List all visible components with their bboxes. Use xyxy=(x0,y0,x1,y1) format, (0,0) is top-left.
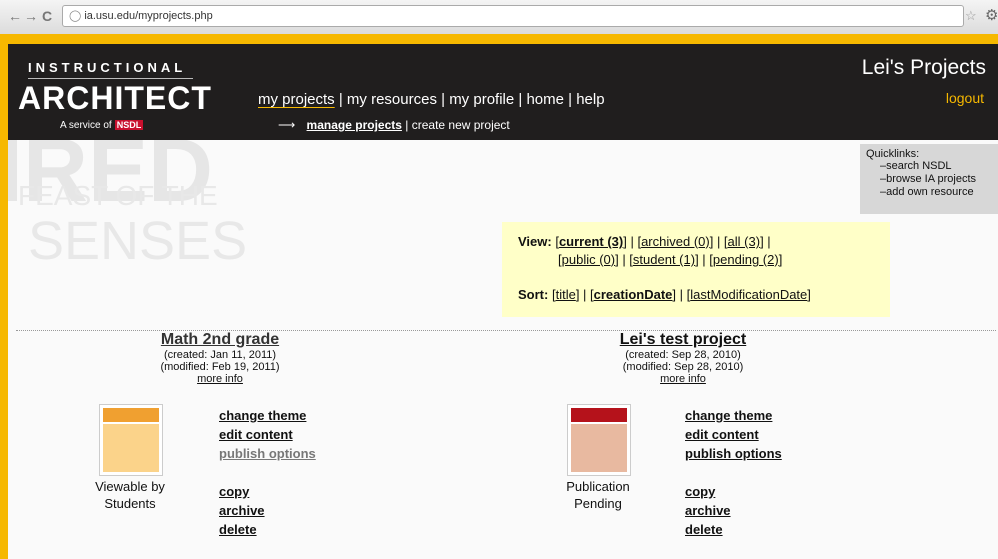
change-theme-link[interactable]: change theme xyxy=(219,406,316,425)
view-pending[interactable]: pending (2) xyxy=(713,252,779,267)
site-header: INSTRUCTIONAL ARCHITECT A service of NSDL… xyxy=(8,44,998,140)
wrench-icon[interactable]: ⚙ xyxy=(985,6,998,24)
edit-content-link[interactable]: edit content xyxy=(685,425,782,444)
nav-help[interactable]: help xyxy=(576,91,604,108)
project-created: (created: Sep 28, 2010) xyxy=(625,349,741,361)
logout-link[interactable]: logout xyxy=(946,90,984,106)
nav-my-projects[interactable]: my projects xyxy=(258,91,335,108)
view-student[interactable]: student (1) xyxy=(633,252,695,267)
reload-icon[interactable]: C xyxy=(42,8,52,24)
edit-content-link[interactable]: edit content xyxy=(219,425,316,444)
thumbnail-bar xyxy=(103,408,159,422)
logo-subtitle: A service of NSDL xyxy=(60,120,144,131)
project-status: Viewable by Students xyxy=(95,479,165,511)
project-card-header: Math 2nd grade (created: Jan 11, 2011) (… xyxy=(120,331,320,385)
view-archived[interactable]: archived (0) xyxy=(641,234,710,249)
view-current[interactable]: current (3) xyxy=(559,234,623,249)
logo-top-text: INSTRUCTIONAL xyxy=(28,60,187,75)
change-theme-link[interactable]: change theme xyxy=(685,406,782,425)
sort-creation-date[interactable]: creationDate xyxy=(594,287,673,302)
quicklink-search-nsdl[interactable]: –search NSDL xyxy=(880,160,992,173)
more-info-link[interactable]: more info xyxy=(120,373,320,385)
project-thumbnail[interactable] xyxy=(99,404,163,476)
background-image-text: FEAST OF THE xyxy=(18,180,218,211)
quicklink-add-resource[interactable]: –add own resource xyxy=(880,186,992,199)
nav-my-resources[interactable]: my resources xyxy=(347,91,437,108)
logo-divider xyxy=(28,78,193,79)
delete-link[interactable]: delete xyxy=(685,520,782,539)
project-card-header: Lei's test project (created: Sep 28, 201… xyxy=(583,331,783,385)
more-info-link[interactable]: more info xyxy=(583,373,783,385)
main-nav: my projects | my resources | my profile … xyxy=(258,91,605,108)
sort-title[interactable]: title xyxy=(556,287,576,302)
logo-sub-text: A service of xyxy=(60,120,112,131)
page-info-icon[interactable]: ◯ xyxy=(69,6,81,26)
thumbnail-body xyxy=(103,424,159,472)
quicklink-browse-projects[interactable]: –browse IA projects xyxy=(880,173,992,186)
archive-link[interactable]: archive xyxy=(685,501,782,520)
quicklinks-panel: Quicklinks: –search NSDL –browse IA proj… xyxy=(860,144,998,214)
project-created: (created: Jan 11, 2011) xyxy=(163,349,277,361)
delete-link[interactable]: delete xyxy=(219,520,316,539)
project-actions: change theme edit content publish option… xyxy=(219,406,316,539)
project-title[interactable]: Lei's test project xyxy=(583,331,783,349)
thumbnail-bar xyxy=(571,408,627,422)
bookmark-star-icon[interactable]: ☆ xyxy=(965,8,977,24)
publish-options-link[interactable]: publish options xyxy=(685,444,782,463)
copy-link[interactable]: copy xyxy=(685,482,782,501)
back-icon[interactable]: ← xyxy=(8,8,22,24)
forward-icon[interactable]: → xyxy=(24,8,38,24)
nsdl-logo: NSDL xyxy=(114,120,144,130)
view-label: View: xyxy=(518,234,552,249)
archive-link[interactable]: archive xyxy=(219,501,316,520)
main-content: IRED FEAST OF THE SENSES Quicklinks: –se… xyxy=(8,140,998,559)
sort-modification-date[interactable]: lastModificationDate xyxy=(690,287,807,302)
project-actions: change theme edit content publish option… xyxy=(685,406,782,539)
nav-home[interactable]: home xyxy=(526,91,564,108)
sort-label: Sort: xyxy=(518,287,549,302)
quicklinks-title: Quicklinks: xyxy=(866,148,920,160)
sub-nav: ⟶ manage projects | create new project xyxy=(278,118,510,132)
logo-main-text[interactable]: ARCHITECT xyxy=(18,80,212,117)
page-title: Lei's Projects xyxy=(861,56,986,79)
view-all[interactable]: all (3) xyxy=(728,234,761,249)
nav-my-profile[interactable]: my profile xyxy=(449,91,514,108)
project-modified: (modified: Sep 28, 2010) xyxy=(622,361,744,373)
project-thumbnail[interactable] xyxy=(567,404,631,476)
publish-options-link[interactable]: publish options xyxy=(219,444,316,463)
copy-link[interactable]: copy xyxy=(219,482,316,501)
project-status: Publication Pending xyxy=(566,479,630,511)
url-text: ia.usu.edu/myprojects.php xyxy=(84,10,213,22)
view-sort-panel: View: [current (3)] | [archived (0)] | [… xyxy=(502,222,890,317)
address-bar[interactable]: ◯ ia.usu.edu/myprojects.php xyxy=(62,5,964,27)
subnav-manage-projects[interactable]: manage projects xyxy=(307,118,402,132)
arrow-icon: ⟶ xyxy=(278,118,296,132)
thumbnail-body xyxy=(571,424,627,472)
project-title[interactable]: Math 2nd grade xyxy=(120,331,320,349)
background-image-text: SENSES xyxy=(28,211,248,271)
project-modified: (modified: Feb 19, 2011) xyxy=(160,361,280,373)
browser-toolbar: ← → C ◯ ia.usu.edu/myprojects.php ☆ ⚙ xyxy=(0,0,998,35)
view-public[interactable]: public (0) xyxy=(562,252,615,267)
subnav-create-project[interactable]: create new project xyxy=(412,118,510,132)
